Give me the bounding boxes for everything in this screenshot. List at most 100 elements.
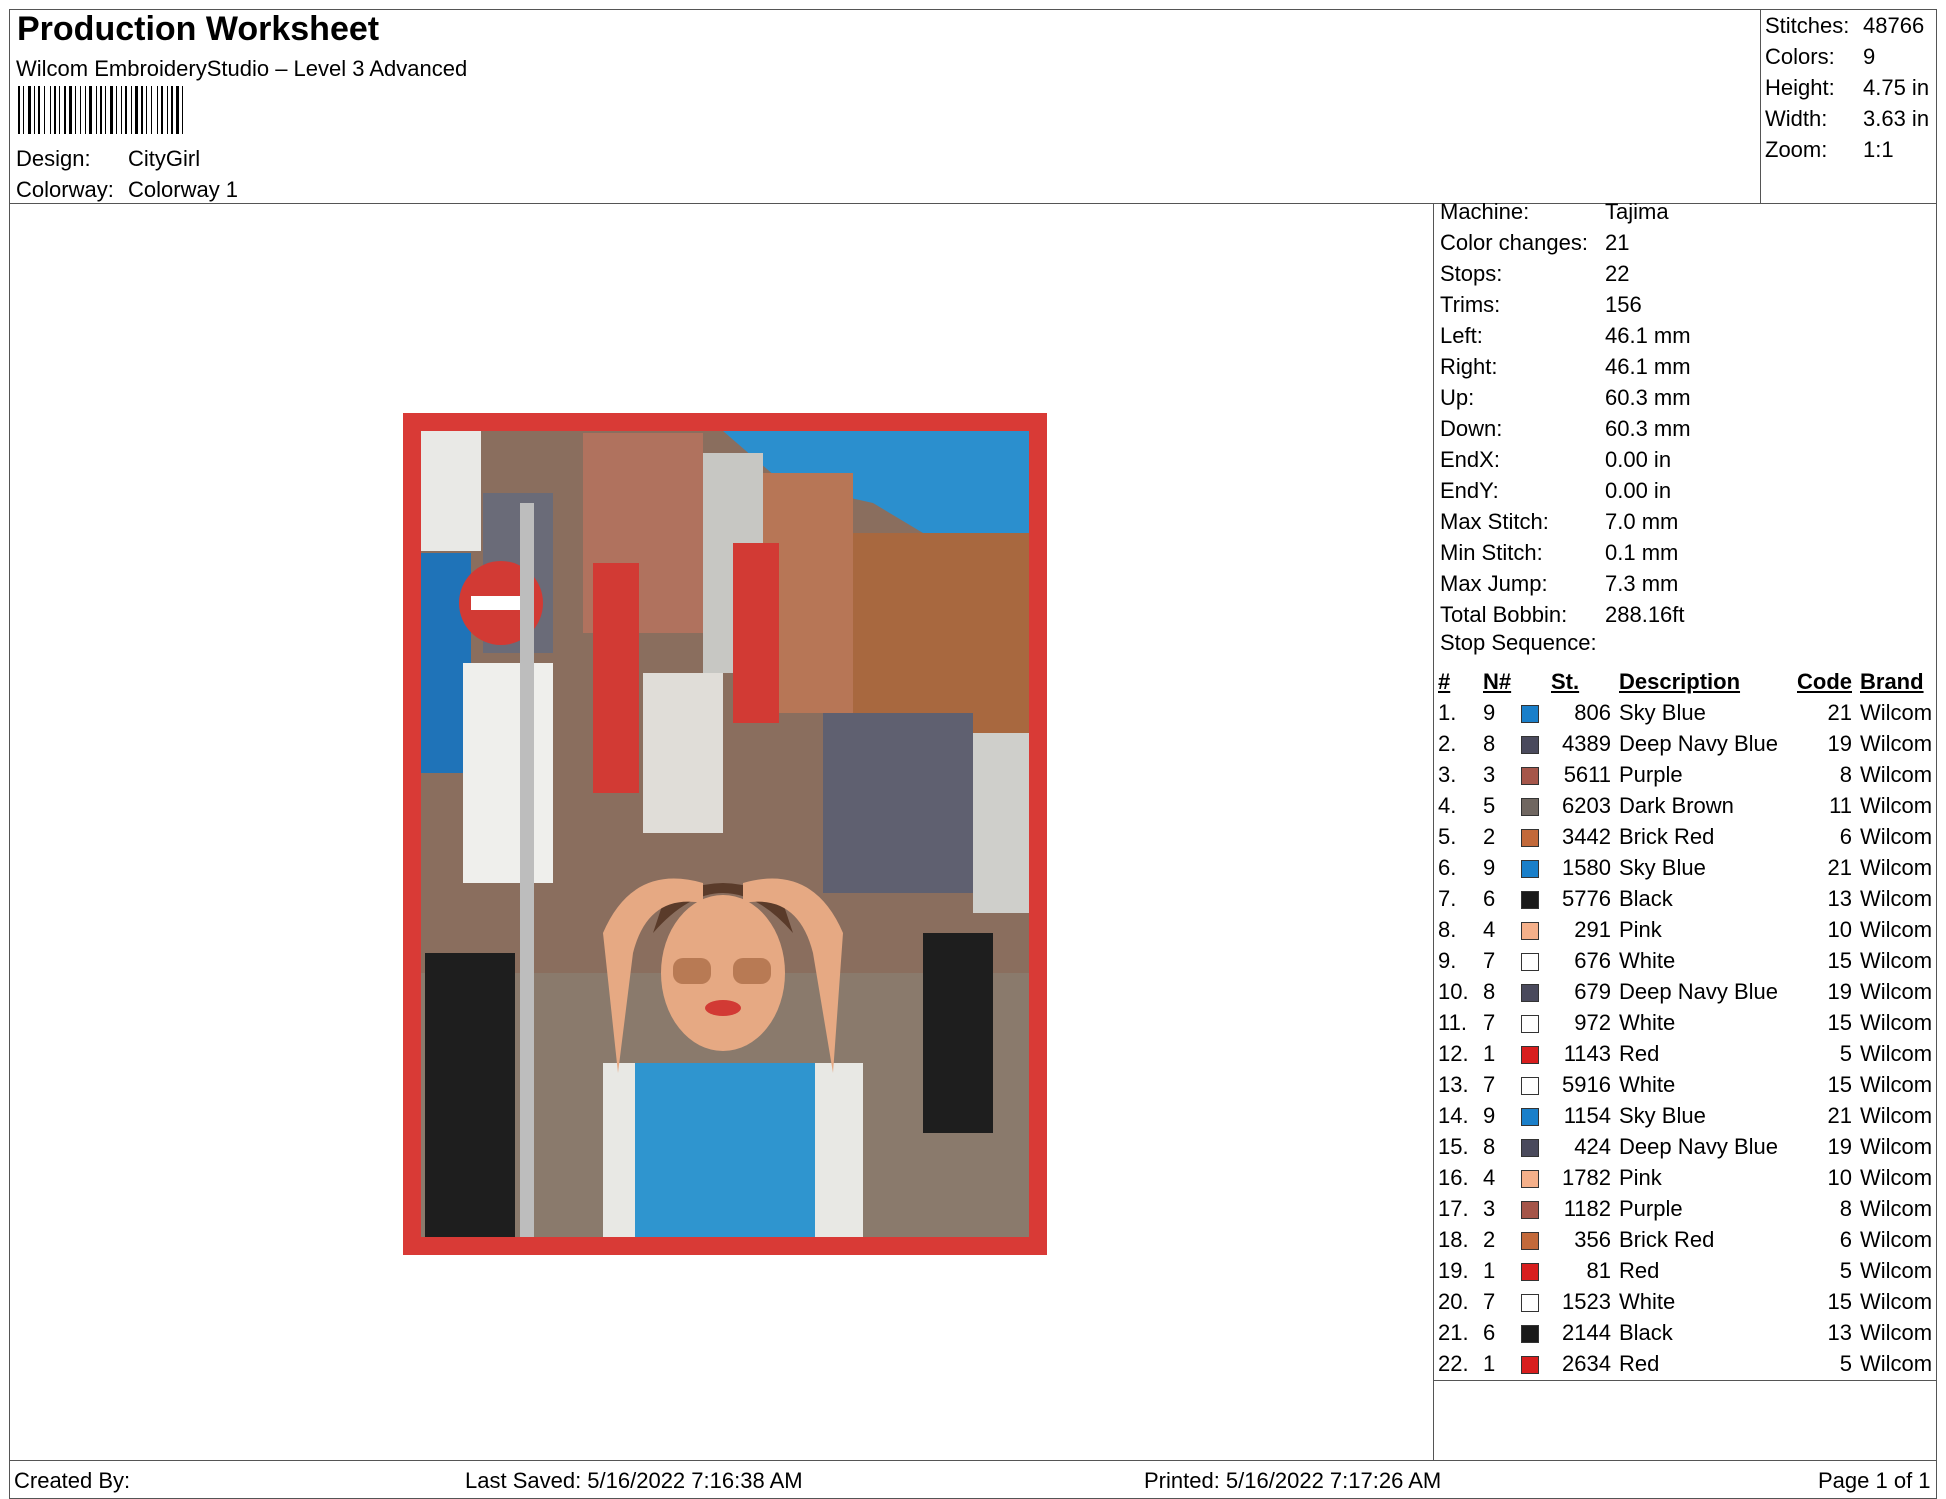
stop-index: 1.: [1438, 699, 1457, 725]
stop-brand: Wilcom: [1860, 947, 1933, 973]
stop-stitches: 1782: [1562, 1164, 1611, 1190]
stop-needle: 9: [1483, 854, 1496, 880]
stop-swatch: [1521, 728, 1551, 759]
building-beige: [643, 673, 723, 833]
stop-brand: Wilcom: [1860, 1319, 1933, 1345]
stop-needle: 8: [1483, 1133, 1496, 1159]
girl-overalls: [635, 1063, 815, 1237]
stop-brand: Wilcom: [1860, 1071, 1933, 1097]
stop-description: Purple: [1619, 1195, 1683, 1221]
stop-row: 4. 5 6203 Dark Brown 11 Wilcom: [1438, 790, 1940, 821]
color-swatch: [1521, 735, 1539, 754]
machine-label: Stops:: [1440, 261, 1503, 286]
machine-row: Trims: 156: [1440, 289, 1691, 320]
stop-swatch: [1521, 1286, 1551, 1317]
design-label: Design:: [16, 146, 91, 171]
stop-description: Brick Red: [1619, 1226, 1715, 1252]
stop-table-bottom: [1433, 1380, 1937, 1381]
machine-row: EndX: 0.00 in: [1440, 444, 1691, 475]
stat-width: Width: 3.63 in: [1765, 106, 1930, 131]
stop-stitches: 1580: [1562, 854, 1611, 880]
machine-label: Left:: [1440, 323, 1483, 348]
info-panel-divider: [1433, 203, 1434, 1460]
stop-brand: Wilcom: [1860, 761, 1933, 787]
machine-label: EndY:: [1440, 478, 1499, 503]
stop-brand: Wilcom: [1860, 730, 1933, 756]
sunglasses-right: [733, 958, 771, 984]
sign-pole: [520, 503, 534, 1237]
stop-swatch: [1521, 1255, 1551, 1286]
stop-table-header: # N# St. Description Code Brand: [1438, 666, 1940, 697]
created-by: Created By:: [14, 1468, 131, 1493]
stop-swatch: [1521, 1038, 1551, 1069]
stop-swatch: [1521, 1317, 1551, 1348]
page-number: Page 1 of 1: [1818, 1468, 1931, 1493]
machine-label: Max Jump:: [1440, 571, 1548, 596]
machine-value: 46.1 mm: [1605, 323, 1691, 348]
stop-stitches: 1523: [1562, 1288, 1611, 1314]
stop-needle: 8: [1483, 730, 1496, 756]
stop-stitches: 3442: [1562, 823, 1611, 849]
stop-brand: Wilcom: [1860, 1350, 1933, 1376]
machine-value: 21: [1605, 230, 1630, 255]
barcode: [18, 86, 183, 134]
stop-stitches: 806: [1574, 699, 1611, 725]
machine-label: Total Bobbin:: [1440, 602, 1568, 627]
stop-brand: Wilcom: [1860, 1102, 1933, 1128]
colorway-row: Colorway: Colorway 1: [16, 177, 238, 203]
stop-brand: Wilcom: [1860, 792, 1933, 818]
color-swatch: [1521, 828, 1539, 847]
stop-needle: 7: [1483, 1009, 1496, 1035]
stop-stitches: 356: [1574, 1226, 1611, 1252]
stop-row: 8. 4 291 Pink 10 Wilcom: [1438, 914, 1940, 945]
color-swatch: [1521, 1355, 1539, 1374]
color-swatch: [1521, 1014, 1539, 1033]
stop-stitches: 1143: [1563, 1040, 1611, 1066]
stop-needle: 2: [1483, 1226, 1496, 1252]
stop-row: 22. 1 2634 Red 5 Wilcom: [1438, 1348, 1940, 1379]
stop-description: Deep Navy Blue: [1619, 1133, 1778, 1159]
stop-needle: 7: [1483, 1288, 1496, 1314]
color-swatch: [1521, 1324, 1539, 1343]
stop-needle: 2: [1483, 823, 1496, 849]
stop-description: Brick Red: [1619, 823, 1715, 849]
color-swatch: [1521, 1200, 1539, 1219]
stop-stitches: 291: [1574, 916, 1611, 942]
stop-description: White: [1619, 1009, 1676, 1035]
stop-stitches: 424: [1574, 1133, 1611, 1159]
stop-row: 3. 3 5611 Purple 8 Wilcom: [1438, 759, 1940, 790]
stop-needle: 6: [1483, 1319, 1496, 1345]
stop-index: 6.: [1438, 854, 1457, 880]
stop-code: 15: [1827, 1009, 1852, 1035]
stop-description: White: [1619, 1071, 1676, 1097]
stop-stitches: 5916: [1562, 1071, 1611, 1097]
machine-label: Down:: [1440, 416, 1503, 441]
stop-stitches: 2634: [1562, 1350, 1611, 1376]
color-swatch: [1521, 890, 1539, 909]
stop-index: 19.: [1438, 1257, 1469, 1283]
design-value: CityGirl: [128, 146, 201, 171]
stop-code: 10: [1827, 916, 1852, 942]
stop-row: 6. 9 1580 Sky Blue 21 Wilcom: [1438, 852, 1940, 883]
machine-row: Stops: 22: [1440, 258, 1691, 289]
machine-label: Up:: [1440, 385, 1475, 410]
machine-row: Total Bobbin: 288.16ft: [1440, 599, 1691, 630]
stop-description: Sky Blue: [1619, 699, 1706, 725]
stop-index: 14.: [1438, 1102, 1469, 1128]
stop-index: 12.: [1438, 1040, 1469, 1066]
stop-row: 7. 6 5776 Black 13 Wilcom: [1438, 883, 1940, 914]
stop-swatch: [1521, 883, 1551, 914]
machine-value: 156: [1605, 292, 1642, 317]
stop-row: 10. 8 679 Deep Navy Blue 19 Wilcom: [1438, 976, 1940, 1007]
stop-needle: 9: [1483, 1102, 1496, 1128]
col-needle: N#: [1483, 668, 1512, 694]
col-brand: Brand: [1860, 668, 1924, 694]
stop-swatch: [1521, 790, 1551, 821]
color-swatch: [1521, 1231, 1539, 1250]
stop-needle: 1: [1483, 1040, 1496, 1066]
machine-value: 0.00 in: [1605, 447, 1672, 472]
stop-swatch: [1521, 1224, 1551, 1255]
color-swatch: [1521, 1138, 1539, 1157]
stop-needle: 1: [1483, 1350, 1496, 1376]
stop-needle: 1: [1483, 1257, 1496, 1283]
